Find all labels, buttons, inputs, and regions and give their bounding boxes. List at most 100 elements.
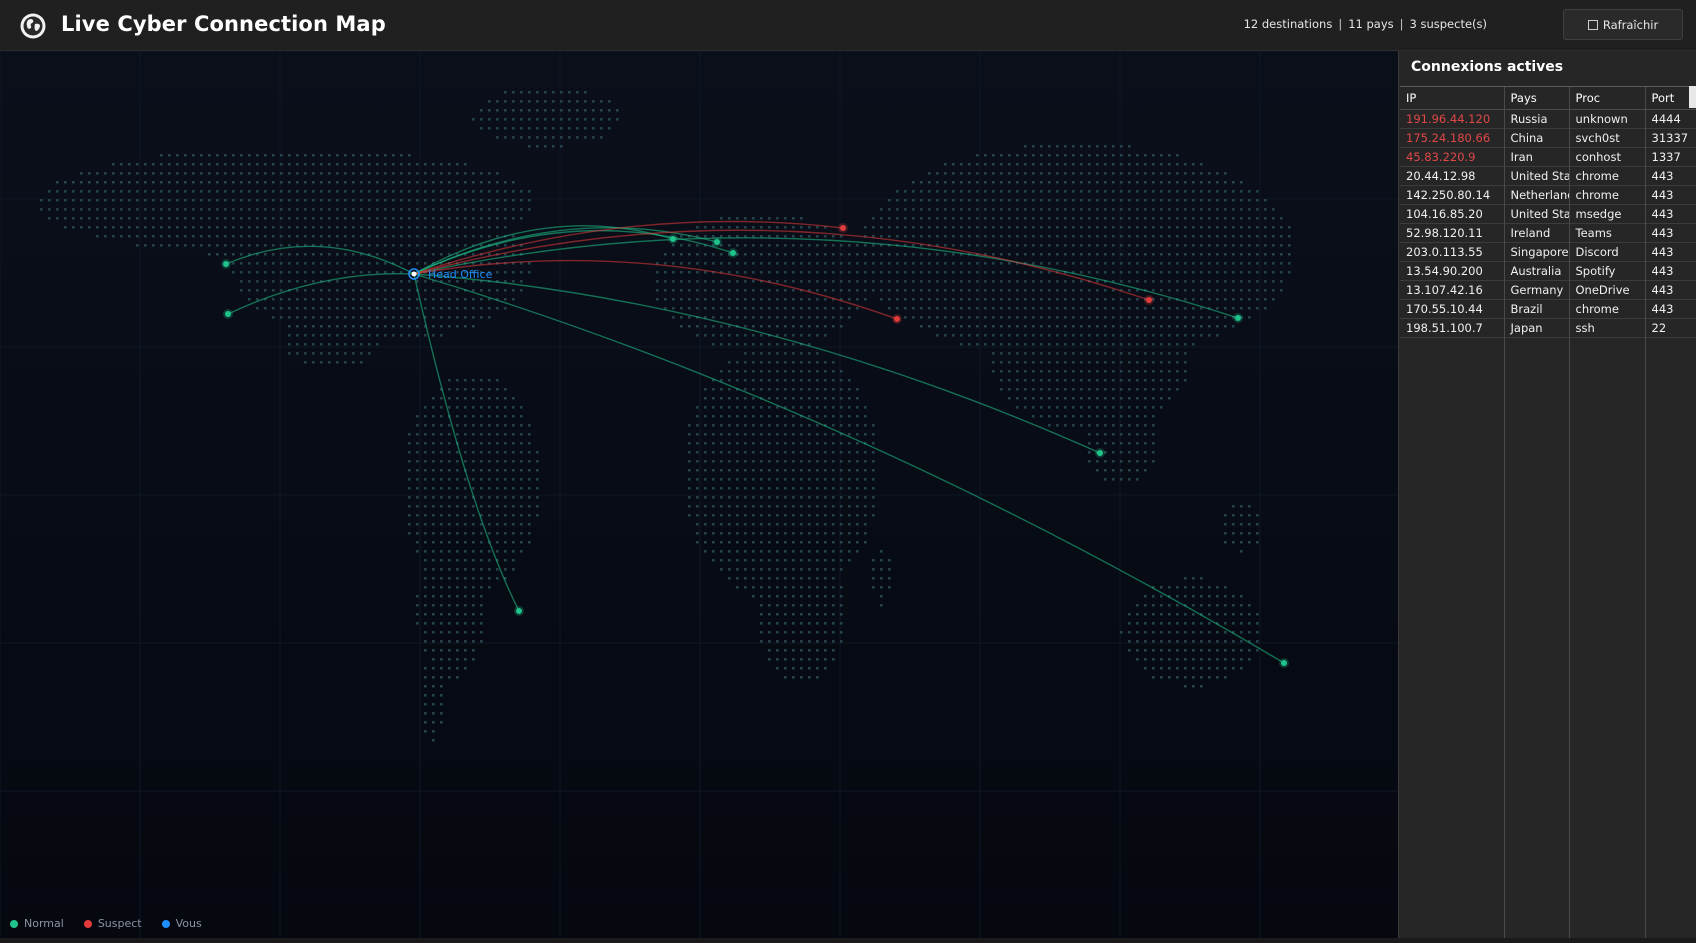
land-dot <box>448 451 451 454</box>
table-row[interactable]: 13.107.42.16 Germany OneDrive 443 <box>1400 280 1696 300</box>
land-dot <box>1224 613 1227 616</box>
world-map[interactable]: Head Office <box>0 50 1398 938</box>
table-row[interactable]: 175.24.180.66 China svch0st 31337 <box>1400 128 1696 148</box>
land-dot <box>1120 631 1123 634</box>
land-dot <box>832 595 835 598</box>
land-dot <box>1216 658 1219 661</box>
land-dot <box>848 298 851 301</box>
land-dot <box>432 433 435 436</box>
land-dot <box>1288 271 1291 274</box>
land-dot <box>408 298 411 301</box>
land-dot <box>272 208 275 211</box>
table-row[interactable]: 170.55.10.44 Brazil chrome 443 <box>1400 299 1696 319</box>
table-row[interactable]: 191.96.44.120 Russia unknown 4444 <box>1400 109 1696 129</box>
column-header-country[interactable]: Pays <box>1504 87 1570 110</box>
table-row[interactable]: 13.54.90.200 Australia Spotify 443 <box>1400 261 1696 281</box>
land-dot <box>280 271 283 274</box>
land-dot <box>776 550 779 553</box>
land-dot <box>1152 676 1155 679</box>
land-dot <box>904 253 907 256</box>
land-dot <box>840 595 843 598</box>
table-row[interactable]: 198.51.100.7 Japan ssh 22 <box>1400 318 1696 338</box>
land-dot <box>824 604 827 607</box>
land-dot <box>744 415 747 418</box>
land-dot <box>464 307 467 310</box>
land-dot <box>448 487 451 490</box>
land-dot <box>128 172 131 175</box>
land-dot <box>432 631 435 634</box>
land-dot <box>832 505 835 508</box>
land-dot <box>936 289 939 292</box>
land-dot <box>1144 253 1147 256</box>
land-dot <box>1048 343 1051 346</box>
land-dot <box>752 550 755 553</box>
land-dot <box>432 199 435 202</box>
table-row[interactable]: 20.44.12.98 United Stat chrome 443 <box>1400 166 1696 186</box>
land-dot <box>352 280 355 283</box>
land-dot <box>440 514 443 517</box>
land-dot <box>464 505 467 508</box>
land-dot <box>416 514 419 517</box>
land-dot <box>760 622 763 625</box>
land-dot <box>792 361 795 364</box>
land-dot <box>1256 190 1259 193</box>
land-dot <box>440 217 443 220</box>
land-dot <box>1240 199 1243 202</box>
suspect-endpoint <box>894 316 900 322</box>
connections-table-container[interactable]: IP Pays Proc Port 191.96.44.120 Russia unk… <box>1400 86 1696 939</box>
land-dot <box>448 478 451 481</box>
table-row[interactable]: 203.0.113.55 Singapore Discord 443 <box>1400 242 1696 262</box>
land-dot <box>744 307 747 310</box>
land-dot <box>336 172 339 175</box>
land-dot <box>432 694 435 697</box>
land-dot <box>344 244 347 247</box>
land-dot <box>456 613 459 616</box>
land-dot <box>720 325 723 328</box>
land-dot <box>728 460 731 463</box>
land-dot <box>856 280 859 283</box>
table-row[interactable]: 142.250.80.14 Netherland chrome 443 <box>1400 185 1696 205</box>
normal-endpoint <box>1097 450 1103 456</box>
land-dot <box>440 595 443 598</box>
land-dot <box>480 550 483 553</box>
table-row[interactable]: 104.16.85.20 United Stat msedge 443 <box>1400 204 1696 224</box>
table-row[interactable]: 45.83.220.9 Iran conhost 1337 <box>1400 147 1696 167</box>
land-dot <box>96 217 99 220</box>
column-header-ip[interactable]: IP <box>1400 87 1505 110</box>
land-dot <box>144 172 147 175</box>
land-dot <box>472 469 475 472</box>
land-dot <box>528 109 531 112</box>
land-dot <box>376 244 379 247</box>
land-dot <box>824 667 827 670</box>
cell-process: Discord <box>1569 242 1646 262</box>
table-scrollbar[interactable] <box>1689 86 1696 108</box>
land-dot <box>464 658 467 661</box>
land-dot <box>760 442 763 445</box>
land-dot <box>600 109 603 112</box>
land-dot <box>720 514 723 517</box>
refresh-button[interactable]: Rafraîchir <box>1563 9 1683 40</box>
land-dot <box>744 586 747 589</box>
land-dot <box>928 316 931 319</box>
land-dot <box>744 505 747 508</box>
land-dot <box>1016 316 1019 319</box>
land-dot <box>1112 361 1115 364</box>
land-dot <box>832 532 835 535</box>
land-dot <box>1224 325 1227 328</box>
land-dot <box>488 109 491 112</box>
land-dot <box>1160 208 1163 211</box>
land-dot <box>168 199 171 202</box>
land-dot <box>848 496 851 499</box>
land-dot <box>1112 253 1115 256</box>
table-row[interactable]: 52.98.120.11 Ireland Teams 443 <box>1400 223 1696 243</box>
land-dot <box>240 208 243 211</box>
land-dot <box>1104 361 1107 364</box>
land-dot <box>776 442 779 445</box>
land-dot <box>808 253 811 256</box>
column-header-process[interactable]: Proc <box>1569 87 1646 110</box>
land-dot <box>976 208 979 211</box>
land-dot <box>296 271 299 274</box>
land-dot <box>520 433 523 436</box>
land-dot <box>1232 307 1235 310</box>
land-dot <box>504 127 507 130</box>
